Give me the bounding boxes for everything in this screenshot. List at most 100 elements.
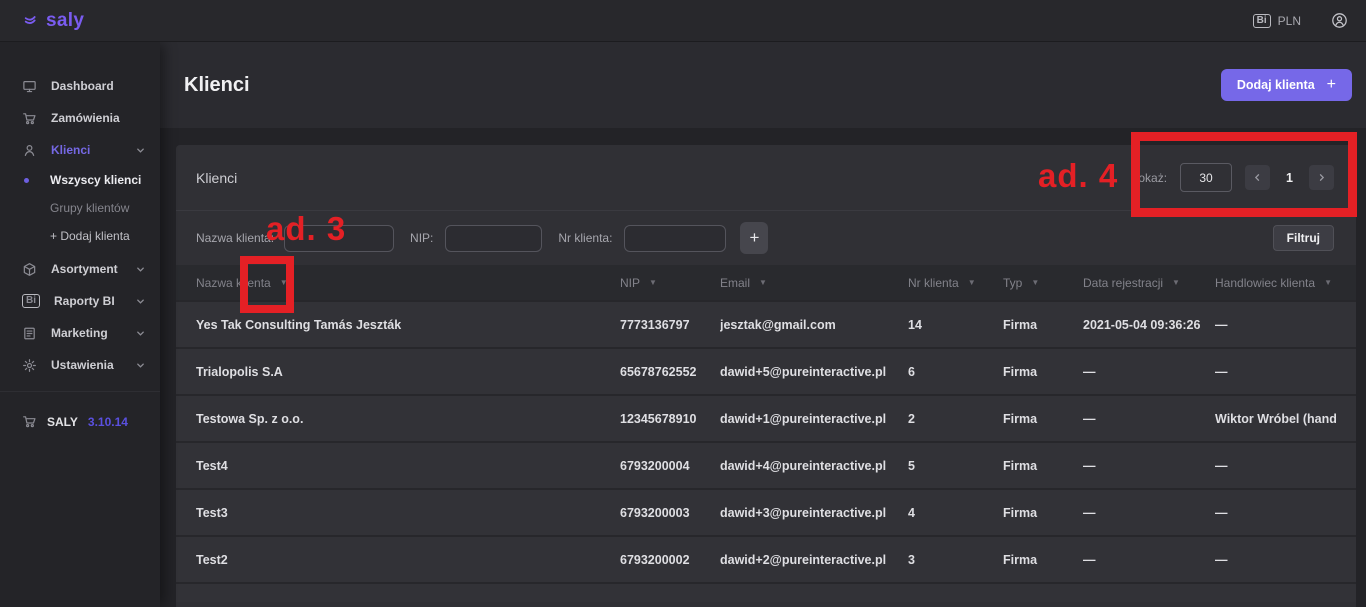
table-cell: Firma <box>1003 365 1083 379</box>
table-cell: Firma <box>1003 506 1083 520</box>
sidebar-subitem-wszyscy-klienci[interactable]: Wszyscy klienci <box>0 166 160 194</box>
sidebar-item-klienci[interactable]: Klienci <box>0 134 160 166</box>
sort-icon[interactable]: ▼ <box>1324 278 1332 287</box>
sidebar-item-label: Dashboard <box>51 79 114 93</box>
table-cell: Test2 <box>196 553 620 567</box>
sidebar-item-dashboard[interactable]: Dashboard <box>0 70 160 102</box>
table-cell: — <box>1083 412 1215 426</box>
sidebar-item-asortyment[interactable]: Asortyment <box>0 253 160 285</box>
column-header-0[interactable]: Nazwa klienta ▼ <box>196 276 620 290</box>
table-cell: Testowa Sp. z o.o. <box>196 412 620 426</box>
column-header-3[interactable]: Nr klienta▼ <box>908 276 1003 290</box>
table-cell: Yes Tak Consulting Tamás Jeszták <box>196 318 620 332</box>
sidebar-item-label: Marketing <box>51 326 108 340</box>
user-circle-icon[interactable] <box>1331 12 1348 29</box>
table-row[interactable]: Trialopolis S.A65678762552dawid+5@purein… <box>176 347 1356 394</box>
sort-icon[interactable]: ▼ <box>1172 278 1180 287</box>
sort-icon[interactable]: ▼ <box>968 278 976 287</box>
add-filter-button[interactable]: + <box>740 222 768 254</box>
document-icon <box>22 326 37 341</box>
cart-icon <box>22 414 37 429</box>
table-cell: — <box>1215 553 1336 567</box>
client-name-filter-input[interactable] <box>284 225 394 252</box>
table-body: Yes Tak Consulting Tamás Jeszták77731367… <box>176 300 1356 582</box>
pagination: Pokaż: 1 <box>1130 163 1334 192</box>
sidebar-item-marketing[interactable]: Marketing <box>0 317 160 349</box>
chevron-down-icon <box>135 296 146 307</box>
column-header-1[interactable]: NIP▼ <box>620 276 720 290</box>
table-header-row: Nazwa klienta▼NIP▼Email▼Nr klienta▼Typ▼D… <box>176 265 1356 300</box>
sidebar-item-zamowienia[interactable]: Zamówienia <box>0 102 160 134</box>
nip-filter-input[interactable] <box>445 225 542 252</box>
panel-title: Klienci <box>196 170 237 186</box>
sort-icon[interactable]: ▼ <box>759 278 767 287</box>
column-header-5[interactable]: Data rejestracji▼ <box>1083 276 1215 290</box>
table-row[interactable]: Testowa Sp. z o.o.12345678910dawid+1@pur… <box>176 394 1356 441</box>
column-header-2[interactable]: Email▼ <box>720 276 908 290</box>
table-cell: 6793200002 <box>620 553 720 567</box>
column-header-4[interactable]: Typ ▼ <box>1003 276 1083 290</box>
person-icon <box>22 143 37 158</box>
sidebar-item-ustawienia[interactable]: Ustawienia <box>0 349 160 381</box>
gear-icon <box>22 358 37 373</box>
prev-page-button[interactable] <box>1245 165 1270 190</box>
filter-submit-button[interactable]: Filtruj <box>1273 225 1334 251</box>
client-no-filter-input[interactable] <box>624 225 726 252</box>
sidebar-footer: SALY 3.10.14 <box>0 414 160 429</box>
next-page-button[interactable] <box>1309 165 1334 190</box>
table-row[interactable]: Test36793200003dawid+3@pureinteractive.p… <box>176 488 1356 535</box>
table-cell: — <box>1083 506 1215 520</box>
table-cell: 65678762552 <box>620 365 720 379</box>
sidebar-subitem-label: Grupy klientów <box>50 201 129 215</box>
table-cell: 4 <box>908 506 1003 520</box>
table-cell: Trialopolis S.A <box>196 365 620 379</box>
nip-filter-label: NIP: <box>410 231 433 245</box>
topbar: saly Bi PLN <box>0 0 1366 42</box>
page-header: Klienci Dodaj klienta + <box>160 42 1366 128</box>
package-icon <box>22 262 37 277</box>
table-cell: 5 <box>908 459 1003 473</box>
table-cell: Wiktor Wróbel (handlowiec) <box>1215 412 1336 426</box>
table-row[interactable]: Yes Tak Consulting Tamás Jeszták77731367… <box>176 300 1356 347</box>
per-page-label: Pokaż: <box>1130 171 1167 185</box>
currency-label: PLN <box>1278 14 1301 28</box>
table-cell: — <box>1083 365 1215 379</box>
sort-icon[interactable]: ▼ <box>1031 278 1039 287</box>
table-row[interactable]: Test46793200004dawid+4@pureinteractive.p… <box>176 441 1356 488</box>
chevron-down-icon <box>135 360 146 371</box>
table-row[interactable]: Test26793200002dawid+2@pureinteractive.p… <box>176 535 1356 582</box>
sidebar-item-raporty-bi[interactable]: Bi Raporty BI <box>0 285 160 317</box>
sidebar-subitem-dodaj-klienta[interactable]: + Dodaj klienta <box>0 222 160 250</box>
current-page: 1 <box>1283 171 1296 185</box>
monitor-icon <box>22 79 37 94</box>
sidebar-item-label: Asortyment <box>51 262 118 276</box>
column-header-6[interactable]: Handlowiec klienta ▼ <box>1215 276 1336 290</box>
app-logo[interactable]: saly <box>22 10 84 32</box>
column-header-label: Nazwa klienta <box>196 276 271 290</box>
add-client-button[interactable]: Dodaj klienta + <box>1221 69 1352 101</box>
column-header-label: Handlowiec klienta <box>1215 276 1315 290</box>
table-cell: Firma <box>1003 412 1083 426</box>
sort-icon[interactable]: ▼ <box>280 278 288 287</box>
sidebar-subitem-grupy-klientow[interactable]: Grupy klientów <box>0 194 160 222</box>
client-no-filter-label: Nr klienta: <box>558 231 612 245</box>
table-cell: 3 <box>908 553 1003 567</box>
table-cell: dawid+3@pureinteractive.pl <box>720 506 908 520</box>
page-title: Klienci <box>184 74 250 97</box>
sidebar: Dashboard Zamówienia Klienci Wszyscy kli… <box>0 42 160 607</box>
table-cell: dawid+2@pureinteractive.pl <box>720 553 908 567</box>
per-page-input[interactable] <box>1180 163 1232 192</box>
table-cell: 2 <box>908 412 1003 426</box>
app-version: 3.10.14 <box>88 415 128 429</box>
clients-table: Nazwa klienta▼NIP▼Email▼Nr klienta▼Typ▼D… <box>176 265 1356 602</box>
sort-icon[interactable]: ▼ <box>649 278 657 287</box>
table-cell: — <box>1215 506 1336 520</box>
column-header-label: Typ <box>1003 276 1022 290</box>
table-cell: 14 <box>908 318 1003 332</box>
chevron-down-icon <box>135 145 146 156</box>
sidebar-item-label: Zamówienia <box>51 111 120 125</box>
currency-selector[interactable]: Bi PLN <box>1253 14 1301 28</box>
clients-panel: Klienci Pokaż: 1 Nazwa klienta: N <box>176 145 1356 607</box>
sidebar-item-label: Ustawienia <box>51 358 114 372</box>
sidebar-item-label: Klienci <box>51 143 90 157</box>
